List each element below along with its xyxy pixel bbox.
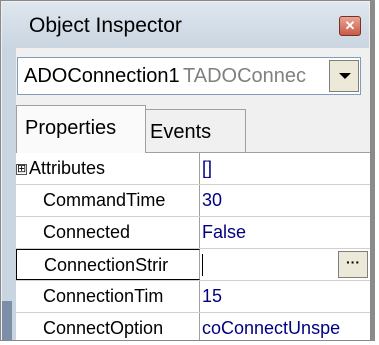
property-name: CommandTime bbox=[16, 185, 200, 216]
property-row-commandtimeout[interactable]: CommandTime 30 bbox=[16, 185, 370, 217]
property-value[interactable]: 30 bbox=[202, 185, 368, 216]
dock-strip-accent bbox=[2, 301, 12, 340]
component-name: ADOConnection1 bbox=[24, 65, 180, 87]
property-name: ConnectionStrir bbox=[16, 249, 200, 280]
dock-strip bbox=[2, 48, 16, 340]
window-title: Object Inspector bbox=[29, 14, 182, 37]
component-dropdown-button[interactable] bbox=[329, 60, 359, 92]
property-value-editor[interactable]: ··· bbox=[202, 250, 368, 279]
chevron-down-icon bbox=[339, 73, 351, 79]
tab-properties[interactable]: Properties bbox=[16, 105, 146, 153]
component-selector[interactable]: ADOConnection1 TADOConnec bbox=[17, 57, 361, 95]
close-icon: ✕ bbox=[344, 18, 356, 33]
close-button[interactable]: ✕ bbox=[339, 16, 361, 36]
property-row-connectionstring[interactable]: ConnectionStrir ··· bbox=[16, 249, 370, 281]
property-value[interactable]: [] bbox=[202, 153, 368, 184]
property-value[interactable]: 15 bbox=[202, 281, 368, 312]
property-name: ⊞ Attributes bbox=[16, 153, 200, 184]
title-bar[interactable]: Object Inspector ✕ bbox=[2, 2, 369, 48]
property-name: ConnectionTim bbox=[16, 281, 200, 312]
screenshot-canvas: Object Inspector ✕ ADOConnection1 TADOCo… bbox=[0, 0, 379, 345]
expand-icon[interactable]: ⊞ bbox=[16, 163, 27, 175]
property-row-connectiontimeout[interactable]: ConnectionTim 15 bbox=[16, 281, 370, 313]
property-name-text: Attributes bbox=[29, 158, 106, 178]
property-row-connected[interactable]: Connected False bbox=[16, 217, 370, 249]
property-value[interactable]: coConnectUnspe bbox=[202, 313, 368, 340]
property-grid: ⊞ Attributes [] CommandTime 30 Connected … bbox=[16, 153, 370, 340]
property-row-connectoptions[interactable]: ConnectOption coConnectUnspe bbox=[16, 313, 370, 340]
property-value[interactable]: False bbox=[202, 217, 368, 248]
tab-events[interactable]: Events bbox=[145, 109, 246, 153]
object-inspector-window: Object Inspector ✕ ADOConnection1 TADOCo… bbox=[0, 0, 371, 341]
component-type: TADOConnec bbox=[183, 65, 307, 87]
property-name: ConnectOption bbox=[16, 313, 200, 340]
property-name: Connected bbox=[16, 217, 200, 248]
text-caret bbox=[202, 254, 203, 276]
property-row-attributes[interactable]: ⊞ Attributes [] bbox=[16, 153, 370, 185]
ellipsis-button[interactable]: ··· bbox=[338, 251, 368, 278]
